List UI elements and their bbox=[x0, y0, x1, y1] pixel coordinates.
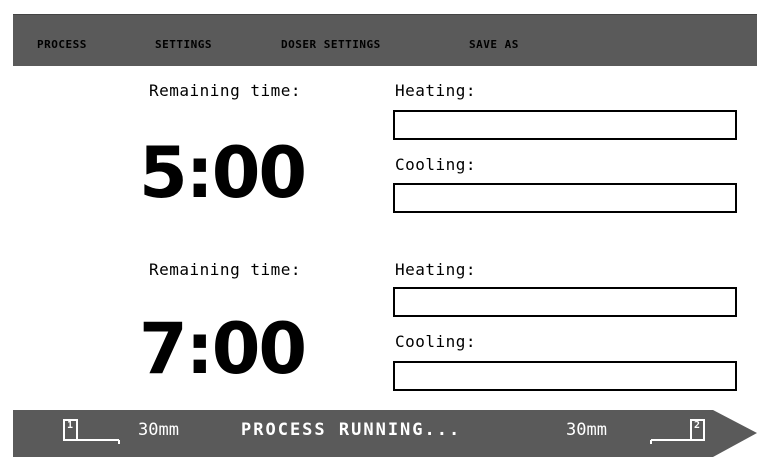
heating-progress-bar bbox=[393, 287, 737, 317]
main-screen: PROCESS SETTINGS DOSER SETTINGS SAVE AS … bbox=[0, 0, 757, 457]
cooling-label: Cooling: bbox=[395, 155, 477, 174]
status-bar: 1 30mm PROCESS RUNNING... 30mm 2 bbox=[13, 410, 757, 457]
menu-doser-settings[interactable]: DOSER SETTINGS bbox=[281, 38, 381, 51]
station-1-number: 1 bbox=[67, 420, 74, 431]
heating-progress-bar bbox=[393, 110, 737, 140]
heating-label: Heating: bbox=[395, 260, 477, 279]
remaining-time-value: 7:00 bbox=[139, 308, 307, 390]
menu-save-as[interactable]: SAVE AS bbox=[469, 38, 519, 51]
right-size: 30mm bbox=[566, 420, 607, 440]
cooling-label: Cooling: bbox=[395, 332, 477, 351]
remaining-time-label: Remaining time: bbox=[149, 81, 301, 100]
menu-settings[interactable]: SETTINGS bbox=[155, 38, 212, 51]
remaining-time-value: 5:00 bbox=[139, 132, 307, 214]
cooling-progress-bar bbox=[393, 361, 737, 391]
menu-process[interactable]: PROCESS bbox=[37, 38, 87, 51]
cooling-progress-bar bbox=[393, 183, 737, 213]
remaining-time-label: Remaining time: bbox=[149, 260, 301, 279]
menu-bar: PROCESS SETTINGS DOSER SETTINGS SAVE AS bbox=[13, 14, 757, 66]
heating-label: Heating: bbox=[395, 81, 477, 100]
status-message: PROCESS RUNNING... bbox=[241, 420, 462, 440]
station-2-number: 2 bbox=[694, 420, 701, 431]
left-size: 30mm bbox=[138, 420, 179, 440]
